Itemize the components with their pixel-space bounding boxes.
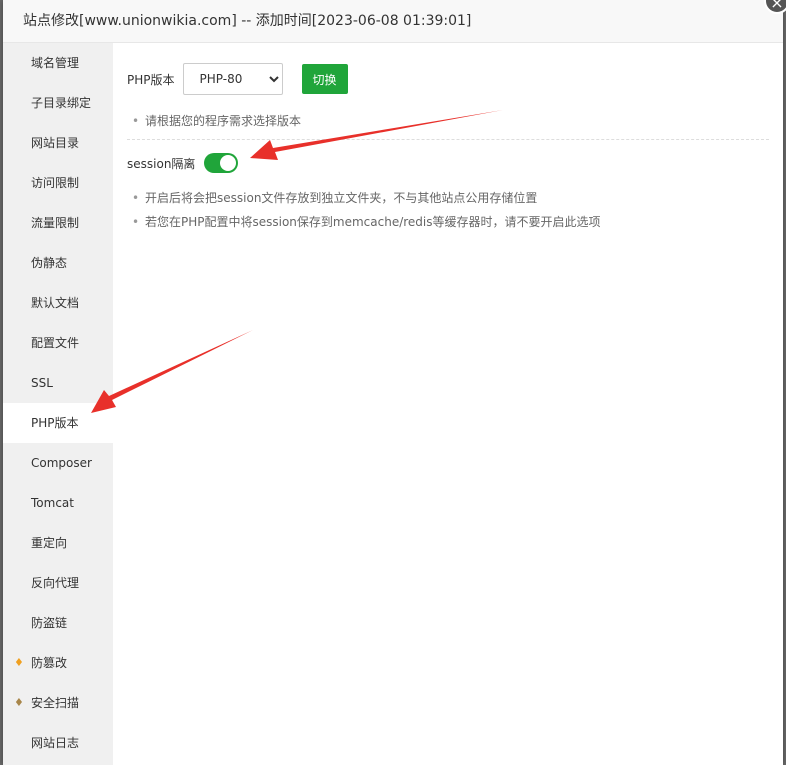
sidebar-item-label: 网站日志 (31, 736, 80, 750)
sidebar-item-config-file[interactable]: 配置文件 (3, 323, 113, 363)
sidebar-item-label: 伪静态 (31, 256, 68, 270)
session-tips: 开启后将会把session文件存放到独立文件夹，不与其他站点公用存储位置 若您在… (127, 188, 769, 232)
php-version-select[interactable]: PHP-80 (182, 63, 283, 95)
sidebar-item-reverse-proxy[interactable]: 反向代理 (3, 563, 113, 603)
toggle-knob (220, 155, 237, 171)
php-version-tips: 请根据您的程序需求选择版本 (127, 111, 769, 131)
sidebar-item-label: 配置文件 (31, 336, 80, 350)
sidebar-item-label: Composer (31, 456, 92, 470)
bronze-gem-icon: ♦ (14, 696, 24, 709)
dialog-title: 站点修改[www.unionwikia.com] -- 添加时间[2023-06… (3, 0, 783, 43)
tip-text: 若您在PHP配置中将session保存到memcache/redis等缓存器时，… (127, 212, 769, 232)
php-version-panel: PHP版本 PHP-80 切换 请根据您的程序需求选择版本 session隔离 … (113, 43, 783, 765)
sidebar-item-label: 反向代理 (31, 576, 80, 590)
divider (127, 139, 769, 140)
sidebar-item-label: 防盗链 (31, 616, 68, 630)
sidebar-item-label: 子目录绑定 (31, 96, 92, 110)
sidebar-item-domain[interactable]: 域名管理 (3, 43, 113, 83)
sidebar-item-php-version[interactable]: PHP版本 (3, 403, 113, 443)
sidebar-item-security-scan[interactable]: ♦ 安全扫描 (3, 683, 113, 723)
sidebar-item-tomcat[interactable]: Tomcat (3, 483, 113, 523)
sidebar-item-composer[interactable]: Composer (3, 443, 113, 483)
tip-text: 开启后将会把session文件存放到独立文件夹，不与其他站点公用存储位置 (127, 188, 769, 208)
sidebar-item-label: 重定向 (31, 536, 68, 550)
switch-button[interactable]: 切换 (301, 64, 348, 94)
session-toggle[interactable] (204, 153, 239, 173)
site-edit-dialog: 站点修改[www.unionwikia.com] -- 添加时间[2023-06… (3, 0, 783, 765)
sidebar: 域名管理 子目录绑定 网站目录 访问限制 流量限制 伪静态 默认文档 配置文件 … (3, 43, 113, 765)
session-row: session隔离 (127, 150, 769, 176)
sidebar-item-default-doc[interactable]: 默认文档 (3, 283, 113, 323)
sidebar-item-access-limit[interactable]: 访问限制 (3, 163, 113, 203)
sidebar-item-subdir[interactable]: 子目录绑定 (3, 83, 113, 123)
php-version-label: PHP版本 (127, 72, 175, 87)
sidebar-item-label: 安全扫描 (31, 696, 80, 710)
php-version-row: PHP版本 PHP-80 切换 (127, 63, 769, 95)
sidebar-item-label: 防篡改 (31, 656, 68, 670)
sidebar-item-redirect[interactable]: 重定向 (3, 523, 113, 563)
sidebar-item-label: 访问限制 (31, 176, 80, 190)
sidebar-item-label: 流量限制 (31, 216, 80, 230)
gold-gem-icon: ♦ (14, 656, 24, 669)
tip-text: 请根据您的程序需求选择版本 (127, 111, 769, 131)
sidebar-item-tamper-proof[interactable]: ♦ 防篡改 (3, 643, 113, 683)
sidebar-item-rewrite[interactable]: 伪静态 (3, 243, 113, 283)
sidebar-item-label: Tomcat (31, 496, 74, 510)
sidebar-item-label: PHP版本 (31, 416, 79, 430)
sidebar-item-hotlink[interactable]: 防盗链 (3, 603, 113, 643)
session-label: session隔离 (127, 156, 196, 171)
sidebar-item-label: 默认文档 (31, 296, 80, 310)
sidebar-item-site-log[interactable]: 网站日志 (3, 723, 113, 763)
sidebar-item-site-dir[interactable]: 网站目录 (3, 123, 113, 163)
sidebar-item-label: 网站目录 (31, 136, 80, 150)
sidebar-item-ssl[interactable]: SSL (3, 363, 113, 403)
sidebar-item-label: 域名管理 (31, 56, 80, 70)
sidebar-item-traffic-limit[interactable]: 流量限制 (3, 203, 113, 243)
sidebar-item-label: SSL (31, 376, 53, 390)
